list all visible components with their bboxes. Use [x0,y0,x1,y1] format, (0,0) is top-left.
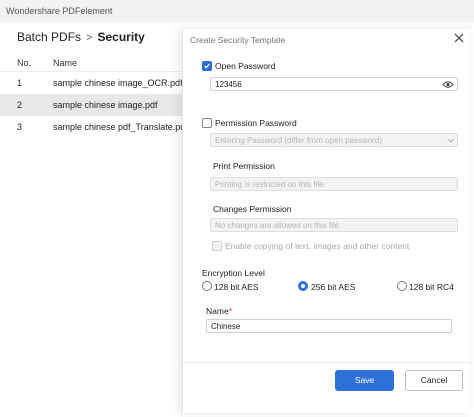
radio-128-rc4[interactable] [397,281,407,291]
chevron-down-icon [447,138,455,143]
print-permission-value: Printing is restricted on this file. [215,180,326,189]
column-header-name[interactable]: Name [53,58,77,68]
breadcrumb-current: Security [97,30,145,44]
save-button[interactable]: Save [335,370,394,391]
table-row[interactable]: 3 sample chinese pdf_Translate.pdf [0,116,188,138]
table-header: No. Name [0,55,190,71]
enable-copying-checkbox[interactable] [212,241,222,251]
radio-128-aes-label: 128 bit AES [214,282,259,292]
radio-128-rc4-label: 128 bit RC4 [409,282,454,292]
row-number: 1 [17,78,23,88]
row-filename: sample chinese image_OCR.pdf [53,78,183,88]
breadcrumb-parent[interactable]: Batch PDFs [17,30,81,44]
security-template-dialog: Create Security Template Open Password 1… [182,29,472,413]
name-label: Name* [206,306,232,316]
breadcrumb-separator: > [86,32,93,44]
open-password-label: Open Password [215,61,276,71]
column-header-no: No. [17,58,32,68]
close-icon[interactable] [452,31,466,45]
enable-copying-label: Enable copying of text, images and other… [225,241,410,251]
name-input[interactable]: Chinese [206,319,452,333]
dialog-title: Create Security Template [190,35,286,45]
print-permission-label: Print Permission [213,161,275,171]
table-row[interactable]: 1 sample chinese image_OCR.pdf [0,72,185,94]
radio-128-aes[interactable] [202,281,212,291]
table-row[interactable]: 2 sample chinese image.pdf [0,94,185,116]
radio-256-aes[interactable] [298,281,308,291]
name-label-text: Name [206,306,229,316]
changes-permission-value: No changes are allowed on this file. [215,221,342,230]
open-password-checkbox[interactable] [202,61,212,71]
radio-256-aes-label: 256 bit AES [311,282,356,292]
changes-permission-select[interactable]: No changes are allowed on this file. [210,218,458,232]
app-title: Wondershare PDFelement [6,6,113,16]
permission-password-label: Permission Password [215,118,297,128]
row-number: 3 [17,122,23,132]
permission-password-checkbox[interactable] [202,118,212,128]
required-mark: * [228,306,232,316]
checkmark-icon [204,63,210,69]
permission-password-placeholder: Entering Password (differ from open pass… [215,136,383,145]
row-number: 2 [17,100,23,110]
dialog-footer-divider [183,362,472,363]
eye-icon[interactable] [442,80,454,89]
row-filename: sample chinese image.pdf [53,100,158,110]
open-password-field[interactable]: 123456 [210,77,458,91]
permission-password-field[interactable]: Entering Password (differ from open pass… [210,133,458,147]
app-titlebar: Wondershare PDFelement [0,0,474,22]
breadcrumb: Batch PDFs > Security [17,30,145,44]
cancel-button[interactable]: Cancel [405,370,463,391]
changes-permission-label: Changes Permission [213,204,292,214]
print-permission-select[interactable]: Printing is restricted on this file. [210,177,458,191]
encryption-level-label: Encryption Level [202,268,265,278]
open-password-value: 123456 [215,80,242,89]
row-filename: sample chinese pdf_Translate.pdf [53,122,188,132]
name-value: Chinese [211,322,241,331]
